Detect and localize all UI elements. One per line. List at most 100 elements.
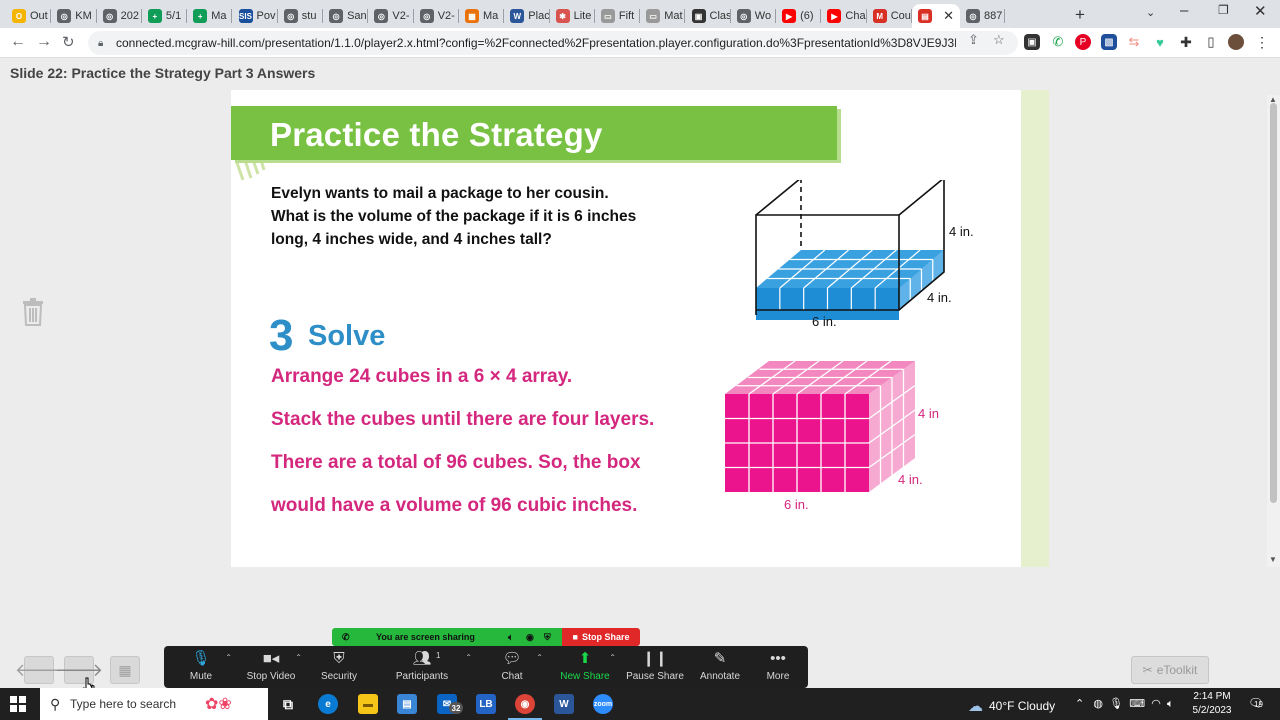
minimize-icon[interactable]: – [1180,2,1188,19]
browser-tab[interactable]: O Out [6,4,52,28]
browser-tab[interactable]: SIS Pov [233,4,278,28]
zoom-icon[interactable]: zoom [593,694,613,714]
extension-puzzle-grid-icon[interactable]: ▩ [1101,34,1117,50]
windows-taskbar: ⚲ Type here to search ✿❀ ⧉ e ▬ ▤ ✉ 32 LB… [0,688,1280,720]
lockdown-browser-icon[interactable]: LB [476,694,496,714]
new-share-button[interactable]: ⬆ New Share ⌃ [550,649,620,687]
forward-arrow-icon[interactable]: → [36,33,52,51]
scroll-down-icon[interactable]: ▼ [1269,555,1277,564]
browser-tab[interactable]: ◎ KM [51,4,97,28]
chevron-up-icon[interactable]: ⌃ [1075,698,1084,710]
tab-label: Clas [709,10,731,22]
network-icon[interactable]: ◍ [1093,698,1103,710]
browser-tab[interactable]: ▤ ✕ [912,4,960,28]
status-dot-icon: ◉ [526,631,534,642]
stop-share-label: Stop Share [581,632,630,642]
window-close-icon[interactable]: ✕ [1254,2,1267,20]
chrome-icon[interactable]: ◉ [515,694,535,714]
ellipsis-icon: ••• [770,650,786,667]
restore-icon[interactable]: ❐ [1218,3,1229,17]
back-arrow-icon[interactable]: ← [10,33,26,51]
extensions-puzzle-icon[interactable]: ✚ [1178,34,1194,50]
browser-tab[interactable]: ◎ stu [278,4,324,28]
stop-video-button[interactable]: ■◂ Stop Video ⌃ [236,649,306,687]
etoolkit-button[interactable]: ✂ eToolkit [1131,656,1209,684]
extension-screencast-icon[interactable]: ▣ [1024,34,1040,50]
chat-button[interactable]: 💬︎ Chat ⌃ [477,649,547,687]
new-tab-button[interactable]: + [1075,5,1085,25]
tab-label: Wo [754,10,772,22]
browser-tab[interactable]: + Ma [187,4,233,28]
reload-icon[interactable]: ↻ [62,33,75,51]
address-bar[interactable]: 🔒︎ connected.mcgraw-hill.com/presentatio… [88,31,1018,55]
notifications-icon[interactable]: 🗨︎ 19 [1248,696,1263,710]
tab-close-icon[interactable]: ✕ [943,8,954,24]
bookmark-star-icon[interactable]: ☆ [993,32,1005,48]
trash-icon[interactable] [22,298,44,326]
profile-avatar[interactable] [1228,34,1244,50]
clock-time: 2:14 PM [1193,691,1231,702]
pause-share-button[interactable]: ❙❙ Pause Share [620,649,690,687]
browser-tab[interactable]: ◎ V2- [414,4,459,28]
browser-tab[interactable]: ◎ 887 [960,4,1006,28]
taskbar-clock[interactable]: 2:14 PM 5/2/2023 [1191,690,1233,718]
shield-icon: ⛨ [544,631,551,642]
store-icon[interactable]: ▤ [397,694,417,714]
tab-search-chevron-icon[interactable]: ⌄ [1146,6,1155,19]
system-tray[interactable]: ⌃ ◍ 🎙︎ ⌨ ◠ 🔈︎ [1075,697,1174,711]
windows-start-icon[interactable] [10,696,26,712]
task-view-icon[interactable]: ⧉ [278,694,298,714]
tab-favicon-icon: ▶ [782,9,797,23]
tab-label: 887 [984,10,1003,22]
browser-tab[interactable]: ▶ (6) [776,4,822,28]
browser-tab[interactable]: ◎ V2- [368,4,414,28]
extension-phone-icon[interactable]: ✆ [1050,34,1066,50]
browser-tab[interactable]: M Cou [867,4,912,28]
stop-share-button[interactable]: ■ Stop Share [562,628,640,646]
keyboard-icon[interactable]: ⌨ [1129,698,1145,710]
edge-icon[interactable]: e [318,694,338,714]
extension-heart-icon[interactable]: ♥ [1152,34,1168,50]
taskbar-search[interactable]: ⚲ Type here to search ✿❀ [40,688,268,720]
browser-tab[interactable]: ▣ Clas [686,4,731,28]
weather-widget[interactable]: ☁ 40°F Cloudy [968,697,1055,715]
previous-slide-button[interactable]: 🡐 [15,656,63,684]
share-icon[interactable]: ⇪ [968,32,979,48]
side-panel-icon[interactable]: ▯ [1203,34,1219,50]
browser-tab[interactable]: ◎ San [323,4,369,28]
question-line: What is the volume of the package if it … [271,208,637,225]
word-icon[interactable]: W [554,694,574,714]
more-button[interactable]: ••• More [743,649,813,687]
volume-icon[interactable]: 🔈︎ [1167,698,1174,710]
browser-tab[interactable]: ▭ Fift [595,4,641,28]
browser-tab[interactable]: +5/1 [142,4,188,28]
extension-pinterest-icon[interactable]: P [1075,34,1091,50]
mic-tray-icon[interactable]: 🎙︎ [1109,698,1123,710]
browser-tab[interactable]: ▶ Cha [821,4,867,28]
tab-favicon-icon: + [193,9,208,23]
browser-tab[interactable]: ▦ Ma [459,4,505,28]
browser-tab[interactable]: ◎ Wo [731,4,777,28]
title-banner: Practice the Strategy [231,106,837,160]
audio-icon[interactable]: 🔈︎ [508,632,513,643]
browser-tab[interactable]: ▭ Mat [640,4,686,28]
security-button[interactable]: ⛨ Security [304,649,374,687]
browser-tab[interactable]: ◎ 202 [97,4,142,28]
box-diagram-full-stack: 4 in 4 in. 6 in. [725,360,939,512]
mute-button[interactable]: 🎙︎ Mute ⌃ [166,649,236,687]
scroll-thumb[interactable] [1270,103,1277,503]
slide-grid-button[interactable]: ▦ [110,656,140,684]
tab-favicon-icon: ◎ [329,9,344,23]
browser-tab[interactable]: ✱ Lite [550,4,595,28]
extension-kami-icon[interactable]: ⇆ [1126,34,1142,50]
tab-label: Out [30,10,48,22]
wifi-icon[interactable]: ◠ [1151,698,1161,710]
participants-button[interactable]: 👥︎ Participants 1 ⌃ [386,649,472,687]
file-explorer-icon[interactable]: ▬ [358,694,378,714]
page-scrollbar[interactable]: ▲ ▼ [1267,95,1280,567]
answer-line: Arrange 24 cubes in a 6 × 4 array. [271,366,573,387]
browser-menu-icon[interactable]: ⋮ [1254,34,1270,50]
phone-icon: ✆ [342,631,350,642]
banner-title: Practice the Strategy [270,116,603,153]
browser-tab[interactable]: W Plac [504,4,550,28]
